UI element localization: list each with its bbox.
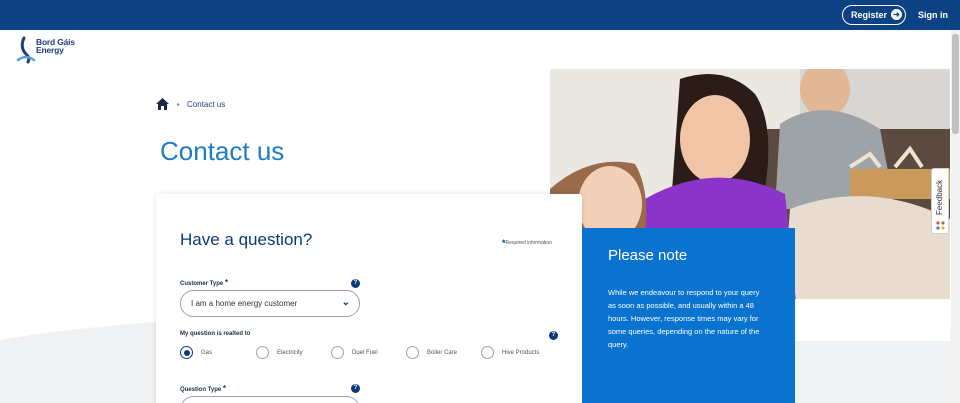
note-text: While we endeavour to respond to your qu…: [608, 288, 760, 349]
home-icon[interactable]: [156, 98, 169, 110]
breadcrumb: ▸ Contact us: [156, 98, 225, 110]
radio-gas[interactable]: Gas: [180, 346, 212, 359]
breadcrumb-current[interactable]: Contact us: [187, 100, 225, 109]
customer-type-label: Customer Type *: [180, 278, 229, 287]
logo-wordmark: Bord Gáis Energy: [36, 37, 75, 55]
radio-button[interactable]: [406, 346, 419, 359]
register-button[interactable]: Register ➜: [842, 5, 906, 25]
form-title: Have a question?: [180, 230, 313, 249]
radio-duel-fuel[interactable]: Duel Fuel: [331, 346, 378, 359]
feedback-label: Feedback: [935, 179, 944, 215]
radio-button[interactable]: [331, 346, 344, 359]
radio-electricity[interactable]: Electricity: [256, 346, 303, 359]
chevron-down-icon: ⌄: [341, 297, 350, 308]
register-label: Register: [851, 10, 888, 20]
radio-button[interactable]: [481, 346, 494, 359]
top-navigation-bar: Register ➜ Sign in: [0, 0, 960, 30]
help-icon[interactable]: ?: [351, 279, 360, 288]
feedback-icon: [936, 221, 945, 230]
radio-button[interactable]: [256, 346, 269, 359]
radio-hive-products[interactable]: Hive Products: [481, 346, 539, 359]
radio-boiler-care[interactable]: Boiler Care: [406, 346, 457, 359]
question-type-select[interactable]: [180, 396, 360, 403]
radio-button[interactable]: [180, 346, 193, 359]
customer-type-select[interactable]: I am a home energy customer ⌄: [180, 290, 360, 317]
required-information-note: *Required information: [502, 238, 552, 248]
contact-form-card: Have a question? *Required information C…: [156, 194, 582, 403]
help-icon[interactable]: ?: [351, 384, 360, 393]
note-title: Please note: [608, 247, 688, 264]
breadcrumb-separator-icon: ▸: [177, 101, 181, 108]
question-relates-radio-group: Gas Electricity Duel Fuel Boiler Care Hi…: [180, 346, 560, 362]
question-relates-label: My question is realted to: [180, 331, 251, 337]
scrollbar-thumb[interactable]: [952, 34, 959, 134]
sign-in-link[interactable]: Sign in: [918, 10, 948, 20]
feedback-tab[interactable]: Feedback: [931, 168, 949, 234]
question-type-label: Question Type *: [180, 384, 227, 393]
page-title: Contact us: [160, 136, 285, 166]
please-note-panel: Please note While we endeavour to respon…: [582, 228, 795, 403]
arrow-right-icon: ➜: [891, 9, 902, 20]
help-icon[interactable]: ?: [549, 331, 558, 340]
vertical-scrollbar[interactable]: [951, 30, 960, 403]
customer-type-value: I am a home energy customer: [191, 299, 298, 308]
